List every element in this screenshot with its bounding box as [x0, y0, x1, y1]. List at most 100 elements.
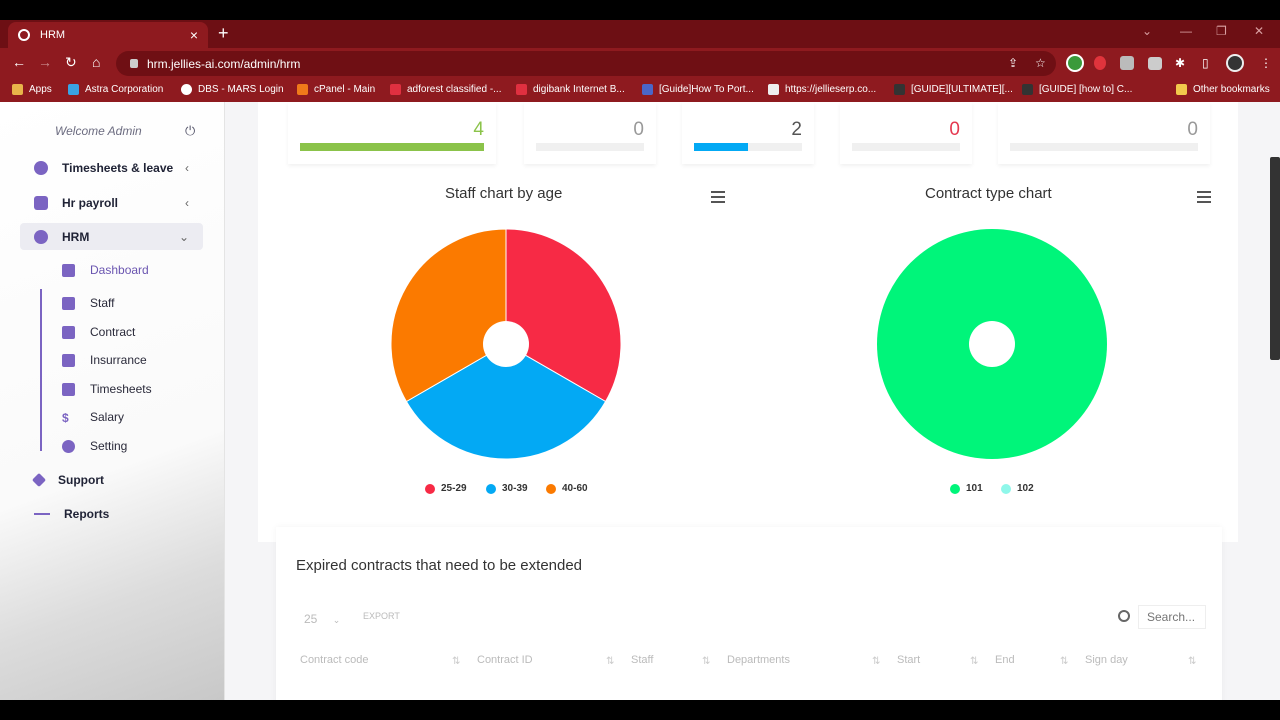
column-header[interactable]: Contract ID: [477, 654, 533, 666]
legend-label: 40-60: [562, 483, 588, 494]
legend-item[interactable]: 102: [1001, 483, 1034, 494]
column-header[interactable]: Contract code: [300, 654, 368, 666]
address-bar[interactable]: hrm.jellies-ai.com/admin/hrm: [116, 51, 1056, 76]
sidebar-item-salary[interactable]: $ Salary: [62, 406, 124, 428]
reload-icon[interactable]: ↻: [65, 54, 77, 71]
sidebar-item-reports[interactable]: Reports: [20, 500, 203, 527]
legend-item[interactable]: 30-39: [486, 483, 528, 494]
sidebar-item-label: Timesheets: [90, 382, 152, 396]
globe-icon: [18, 29, 30, 41]
chart-menu-icon[interactable]: [1197, 191, 1211, 203]
camera-icon[interactable]: [1148, 57, 1162, 70]
users-icon: [34, 195, 48, 210]
legend-item[interactable]: 40-60: [546, 483, 588, 494]
sidebar-item-timesheets[interactable]: Timesheets: [62, 378, 152, 400]
browser-toolbar: ← → ↻ ⌂ hrm.jellies-ai.com/admin/hrm ⇪ ☆…: [0, 48, 1280, 79]
bookmark-item[interactable]: cPanel - Main: [297, 84, 375, 95]
sidebar-item-dashboard[interactable]: Dashboard: [62, 259, 149, 281]
star-icon[interactable]: ☆: [1035, 56, 1046, 70]
extension-icon[interactable]: [1066, 54, 1084, 72]
chart-line-icon: [34, 512, 50, 515]
more-icon[interactable]: ⋮: [1260, 56, 1272, 70]
sort-icon[interactable]: ⇅: [1188, 656, 1196, 667]
bookmark-label: adforest classified -...: [407, 84, 502, 95]
legend-swatch: [1001, 483, 1011, 494]
bookmark-folder[interactable]: Other bookmarks: [1176, 84, 1270, 95]
chart-menu-icon[interactable]: [711, 191, 725, 203]
minimize-icon[interactable]: —: [1180, 24, 1192, 38]
export-button[interactable]: EXPORT: [363, 611, 400, 621]
bookmark-item[interactable]: https://jellieserp.co...: [768, 84, 876, 95]
sidebar-item-staff[interactable]: Staff: [62, 292, 114, 314]
welcome-text: Welcome Admin: [55, 124, 142, 138]
sort-icon[interactable]: ⇅: [606, 656, 614, 667]
chevron-left-icon: ‹: [185, 160, 189, 175]
bookmark-item[interactable]: digibank Internet B...: [516, 84, 625, 95]
column-header[interactable]: Sign day: [1085, 654, 1128, 666]
forward-icon[interactable]: →: [38, 54, 52, 70]
browser-tab[interactable]: HRM ×: [8, 22, 208, 48]
gear-icon: [62, 439, 75, 453]
power-icon[interactable]: ⏻: [185, 123, 195, 139]
bookmark-item[interactable]: DBS - MARS Login: [181, 84, 284, 95]
new-tab-icon[interactable]: +: [218, 23, 229, 44]
search-input[interactable]: [1138, 605, 1206, 629]
close-icon[interactable]: ×: [190, 27, 198, 43]
bookmark-label: cPanel - Main: [314, 84, 376, 95]
chevron-down-icon[interactable]: ⌄: [1142, 24, 1152, 38]
sidebar-item-hrm[interactable]: HRM ⌄: [20, 223, 203, 250]
column-header[interactable]: Staff: [631, 654, 653, 666]
chevron-down-icon: ⌄: [178, 229, 189, 244]
legend-item[interactable]: 101: [950, 483, 983, 494]
sidebar-item-insurrance[interactable]: Insurrance: [62, 349, 147, 371]
column-header[interactable]: End: [995, 654, 1015, 666]
extension-icon[interactable]: [1094, 56, 1106, 70]
stat-value: 2: [791, 119, 802, 140]
sort-icon[interactable]: ⇅: [970, 656, 978, 667]
page: Welcome Admin ⏻ Timesheets & leave ‹ Hr …: [0, 102, 1280, 700]
page-size-select[interactable]: 25 ⌄: [304, 612, 340, 626]
sort-icon[interactable]: ⇅: [1060, 656, 1068, 667]
back-icon[interactable]: ←: [12, 54, 26, 70]
bookmark-item[interactable]: Astra Corporation: [68, 84, 163, 95]
sort-icon[interactable]: ⇅: [702, 656, 710, 667]
bookmark-item[interactable]: [GUIDE] [how to] C...: [1022, 84, 1132, 95]
stat-progress-track: [694, 143, 802, 151]
share-icon[interactable]: ⇪: [1008, 56, 1018, 70]
home-icon[interactable]: ⌂: [92, 54, 100, 70]
chart-title: Staff chart by age: [445, 185, 563, 202]
stat-card: 0: [998, 102, 1210, 164]
table-title: Expired contracts that need to be extend…: [296, 557, 583, 574]
sidebar-item-label: Contract: [90, 325, 136, 339]
extension-icon[interactable]: [1120, 56, 1134, 70]
sidebar-item-setting[interactable]: Setting: [62, 435, 127, 457]
scrollbar[interactable]: [1270, 157, 1280, 360]
stat-progress-track: [852, 143, 960, 151]
sort-icon[interactable]: ⇅: [872, 656, 880, 667]
column-header[interactable]: Departments: [727, 654, 790, 666]
stat-progress-fill: [694, 143, 748, 151]
side-panel-icon[interactable]: ▯: [1202, 56, 1209, 70]
sidebar-item-contract[interactable]: Contract: [62, 321, 135, 343]
stat-value: 0: [1187, 119, 1198, 140]
bookmark-item[interactable]: adforest classified -...: [390, 84, 501, 95]
maximize-icon[interactable]: ❐: [1216, 24, 1227, 38]
bookmark-label: [GUIDE][ULTIMATE][...: [911, 84, 1013, 95]
bookmark-item[interactable]: [GUIDE][ULTIMATE][...: [894, 84, 1013, 95]
avatar[interactable]: [1226, 54, 1244, 72]
id-card-icon: [62, 296, 75, 310]
sidebar-item-support[interactable]: Support: [20, 466, 203, 493]
puzzle-icon[interactable]: ✱: [1175, 56, 1185, 70]
sort-icon[interactable]: ⇅: [452, 656, 460, 667]
sidebar-item-hr-payroll[interactable]: Hr payroll ‹: [20, 189, 203, 216]
legend-label: 101: [966, 483, 983, 494]
legend-swatch: [950, 483, 960, 494]
stat-card: 0: [840, 102, 972, 164]
window-close-icon[interactable]: ✕: [1254, 24, 1264, 38]
pie-chart-contract-type: [877, 229, 1107, 459]
bookmark-item[interactable]: [Guide]How To Port...: [642, 84, 754, 95]
legend-item[interactable]: 25-29: [425, 483, 467, 494]
sidebar-item-timesheets-leave[interactable]: Timesheets & leave ‹: [20, 154, 203, 181]
column-header[interactable]: Start: [897, 654, 920, 666]
bookmark-item[interactable]: Apps: [12, 84, 52, 95]
